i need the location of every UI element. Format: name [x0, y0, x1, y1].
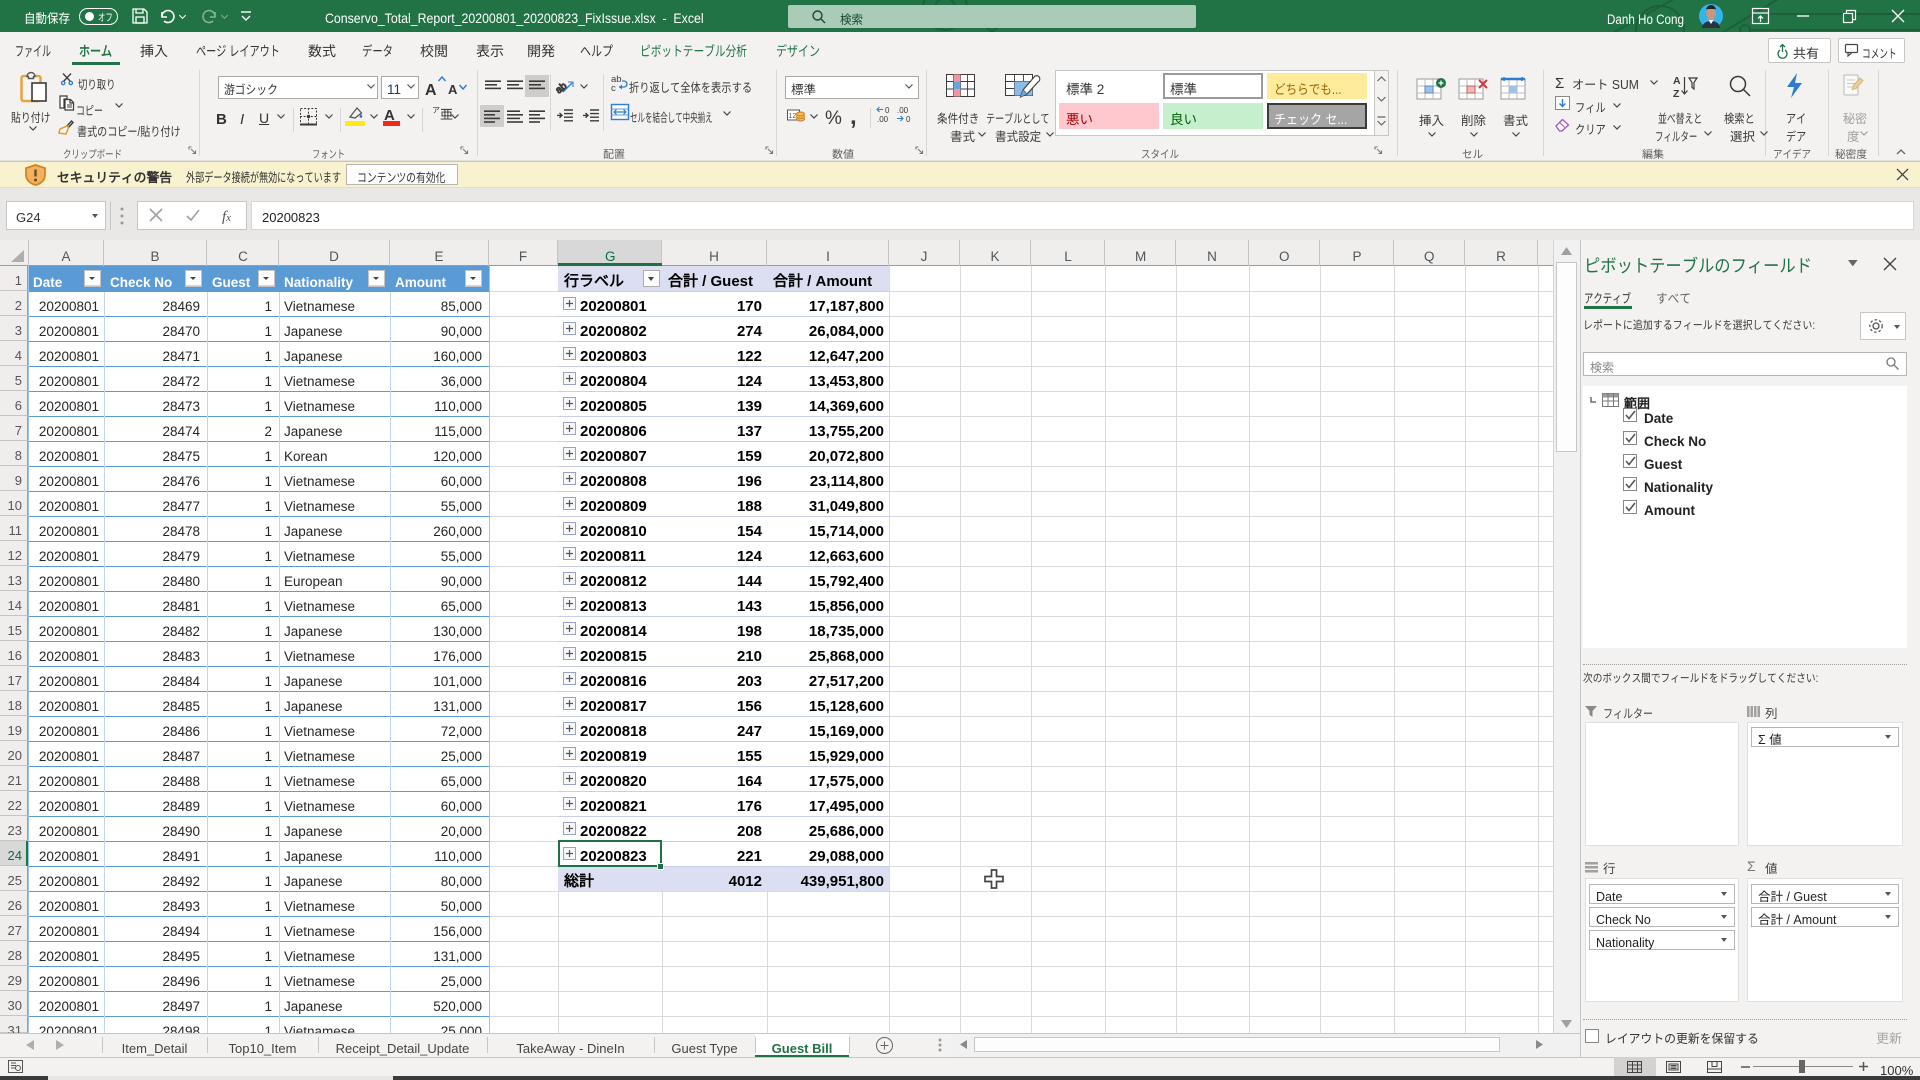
- svg-text:c: c: [611, 80, 616, 94]
- svg-text:.00: .00: [877, 114, 889, 125]
- svg-text:Z: Z: [1673, 86, 1680, 101]
- svg-text:0: 0: [906, 114, 911, 125]
